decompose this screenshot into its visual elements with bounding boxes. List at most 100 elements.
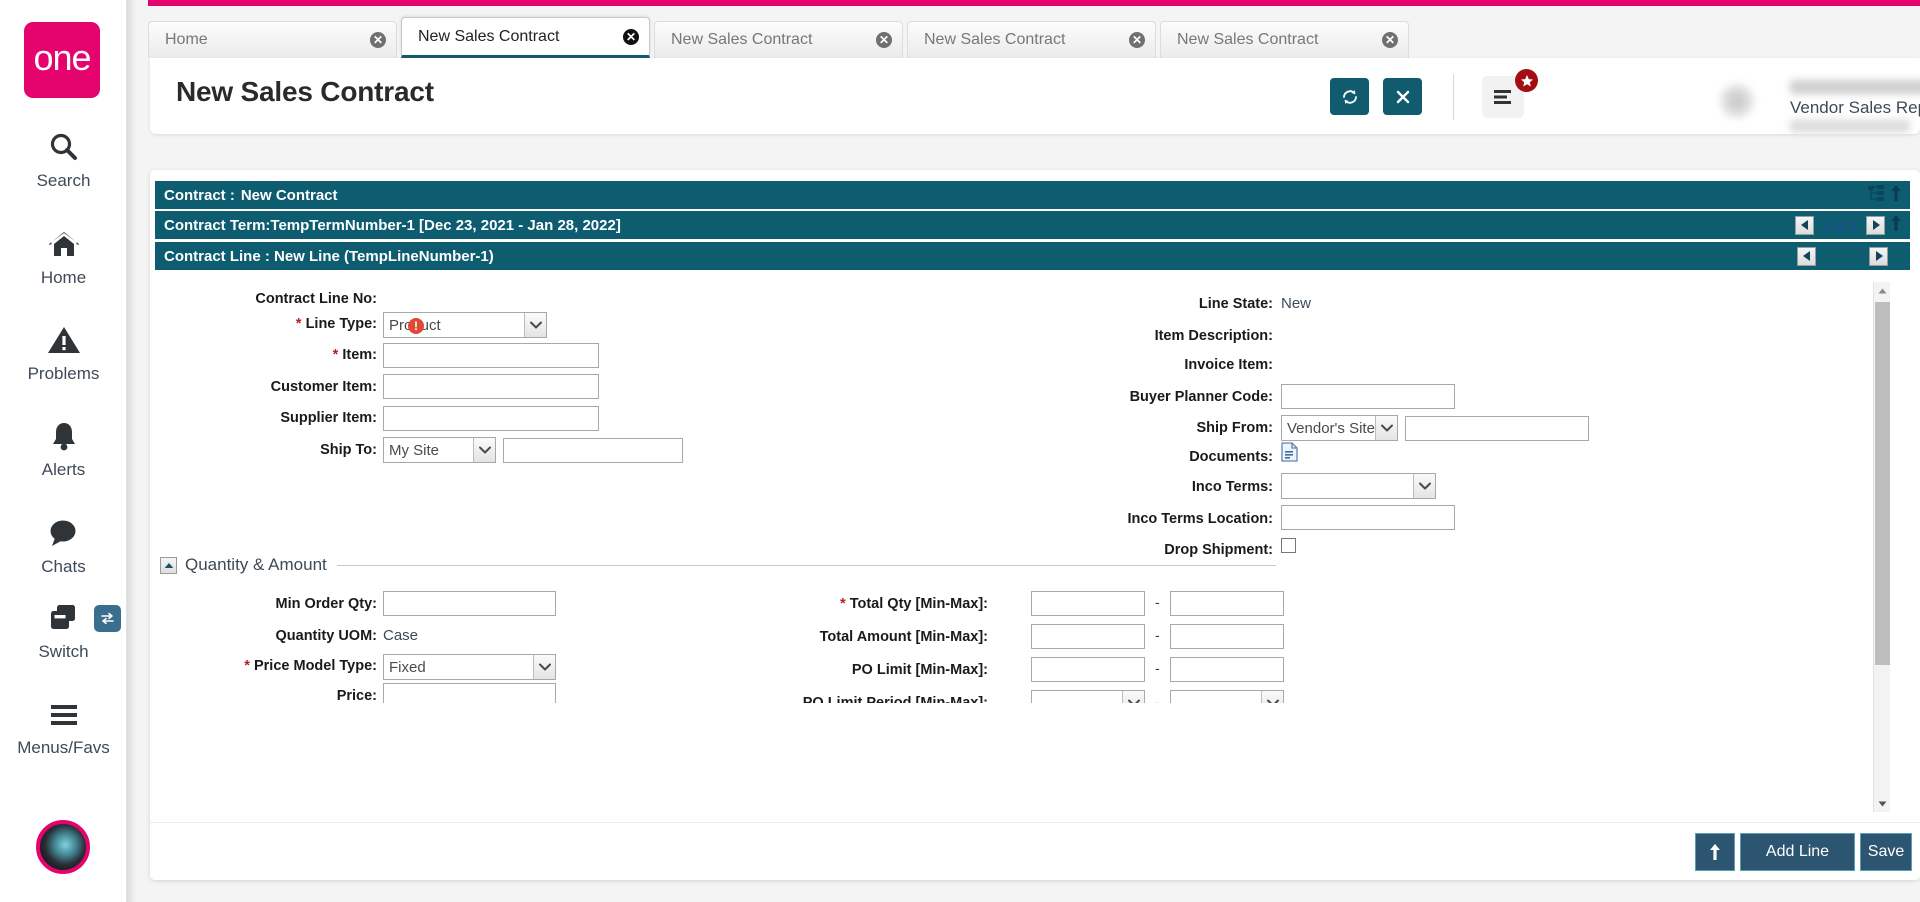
ship-to-text-input[interactable]	[503, 438, 683, 463]
expand-up-icon[interactable]	[1890, 184, 1902, 206]
favorites-badge[interactable]	[1515, 69, 1538, 92]
tab-label: New Sales Contract	[418, 28, 623, 46]
sidebar-item-problems[interactable]: Problems	[0, 320, 127, 384]
switch-toggle-badge[interactable]	[94, 605, 121, 632]
arrow-right-icon	[1872, 220, 1880, 230]
scrollbar-thumb[interactable]	[1875, 302, 1890, 665]
po-limit-max-input[interactable]	[1170, 657, 1284, 682]
save-button[interactable]: Save	[1860, 833, 1912, 871]
drop-shipment-checkbox[interactable]	[1281, 538, 1296, 553]
line-next-button[interactable]	[1869, 247, 1888, 266]
tab-new-sales-contract-2[interactable]: New Sales Contract ✕	[654, 21, 903, 58]
close-page-button[interactable]	[1383, 78, 1422, 115]
tab-close-icon[interactable]: ✕	[370, 32, 386, 48]
ship-to-value: My Site	[389, 442, 439, 459]
chevron-down-icon	[1413, 474, 1435, 498]
tab-new-sales-contract-4[interactable]: New Sales Contract ✕	[1160, 21, 1409, 58]
sidebar-label-home: Home	[41, 268, 86, 288]
tab-close-icon[interactable]: ✕	[1382, 32, 1398, 48]
browser-tab-strip: Home ✕ New Sales Contract ✕ New Sales Co…	[148, 17, 1920, 58]
form-vertical-scrollbar[interactable]	[1873, 282, 1890, 812]
customer-item-input[interactable]	[383, 374, 599, 399]
chevron-down-icon	[1122, 691, 1144, 703]
user-org-blurred	[1790, 120, 1910, 132]
scrollbar-up-arrow[interactable]	[1874, 282, 1891, 299]
hamburger-icon	[47, 694, 81, 734]
total-qty-separator: -	[1155, 594, 1160, 610]
inco-terms-location-input[interactable]	[1281, 505, 1455, 530]
sidebar-item-search[interactable]: Search	[0, 127, 127, 191]
warning-triangle-icon	[47, 320, 81, 360]
sidebar-shadow	[127, 0, 136, 902]
chevron-down-icon	[1375, 416, 1397, 440]
tab-new-sales-contract-active[interactable]: New Sales Contract ✕	[401, 17, 650, 58]
search-icon	[48, 127, 80, 167]
inco-terms-select[interactable]	[1281, 473, 1436, 499]
label-total-qty: * Total Qty [Min-Max]:	[665, 596, 988, 612]
user-avatar-header[interactable]	[1720, 84, 1754, 118]
contract-term-text: Contract Term:TempTermNumber-1 [Dec 23, …	[164, 217, 621, 234]
line-state-value: New	[1281, 295, 1311, 312]
po-limit-period-min-select[interactable]	[1031, 690, 1145, 703]
one-network-logo[interactable]: one	[24, 22, 100, 98]
tab-new-sales-contract-3[interactable]: New Sales Contract ✕	[907, 21, 1156, 58]
refresh-icon	[1340, 87, 1360, 107]
document-attachment-icon[interactable]	[1281, 442, 1299, 467]
label-documents: Documents:	[1015, 449, 1273, 465]
sidebar-label-switch: Switch	[38, 642, 88, 662]
line-prev-button[interactable]	[1797, 247, 1816, 266]
chevron-down-icon	[533, 655, 555, 679]
total-amount-max-input[interactable]	[1170, 624, 1284, 649]
chevron-down-icon	[1261, 691, 1283, 703]
total-qty-min-input[interactable]	[1031, 591, 1145, 616]
ship-from-text-input[interactable]	[1405, 416, 1589, 441]
add-line-button[interactable]: Add Line	[1740, 833, 1855, 871]
ship-to-select[interactable]: My Site	[383, 437, 496, 463]
price-input[interactable]	[383, 683, 556, 703]
label-min-order-qty: Min Order Qty:	[215, 596, 377, 612]
buyer-planner-code-input[interactable]	[1281, 384, 1455, 409]
contract-line-bar: Contract Line : New Line (TempLineNumber…	[155, 242, 1910, 270]
label-customer-item: Customer Item:	[215, 379, 377, 395]
total-qty-max-input[interactable]	[1170, 591, 1284, 616]
hierarchy-tree-icon[interactable]	[1868, 185, 1885, 205]
left-sidebar: one Search Home Problems Alerts Chats	[0, 0, 127, 902]
sidebar-item-alerts[interactable]: Alerts	[0, 416, 127, 480]
chevron-down-icon	[473, 438, 495, 462]
refresh-button[interactable]	[1330, 78, 1369, 115]
scrollbar-down-arrow[interactable]	[1874, 795, 1891, 812]
tab-close-icon[interactable]: ✕	[876, 32, 892, 48]
sidebar-item-home[interactable]: Home	[0, 224, 127, 288]
exchange-arrows-icon	[100, 611, 115, 626]
list-menu-icon	[1492, 88, 1514, 106]
po-limit-period-max-select[interactable]	[1170, 690, 1284, 703]
sidebar-item-chats[interactable]: Chats	[0, 513, 127, 577]
tab-home[interactable]: Home ✕	[148, 21, 397, 58]
tab-label: New Sales Contract	[671, 31, 876, 49]
term-prev-button[interactable]	[1795, 216, 1814, 235]
po-limit-period-separator: -	[1155, 694, 1160, 703]
price-model-type-select[interactable]: Fixed	[383, 654, 556, 680]
star-icon	[1520, 74, 1534, 88]
label-invoice-item: Invoice Item:	[1015, 357, 1273, 373]
po-limit-min-input[interactable]	[1031, 657, 1145, 682]
label-total-qty-text: Total Qty [Min-Max]:	[850, 596, 988, 612]
user-avatar-sidebar[interactable]	[36, 820, 90, 874]
sidebar-item-menus-favs[interactable]: Menus/Favs	[0, 694, 127, 758]
min-order-qty-input[interactable]	[383, 591, 556, 616]
supplier-item-input[interactable]	[383, 406, 599, 431]
tab-close-icon[interactable]: ✕	[623, 29, 639, 45]
total-amount-min-input[interactable]	[1031, 624, 1145, 649]
tab-close-icon[interactable]: ✕	[1129, 32, 1145, 48]
collapse-up-icon[interactable]	[160, 557, 177, 574]
term-expand-up-icon[interactable]	[1890, 214, 1902, 236]
ship-from-select[interactable]: Vendor's Site	[1281, 415, 1398, 441]
label-total-amount: Total Amount [Min-Max]:	[665, 629, 988, 645]
item-input[interactable]	[383, 343, 599, 368]
scroll-top-button[interactable]	[1695, 833, 1735, 871]
term-next-button[interactable]	[1866, 216, 1885, 235]
label-inco-terms-location: Inco Terms Location:	[1015, 511, 1273, 527]
label-supplier-item: Supplier Item:	[215, 410, 377, 426]
label-ship-from: Ship From:	[1015, 420, 1273, 436]
label-quantity-uom: Quantity UOM:	[215, 628, 377, 644]
